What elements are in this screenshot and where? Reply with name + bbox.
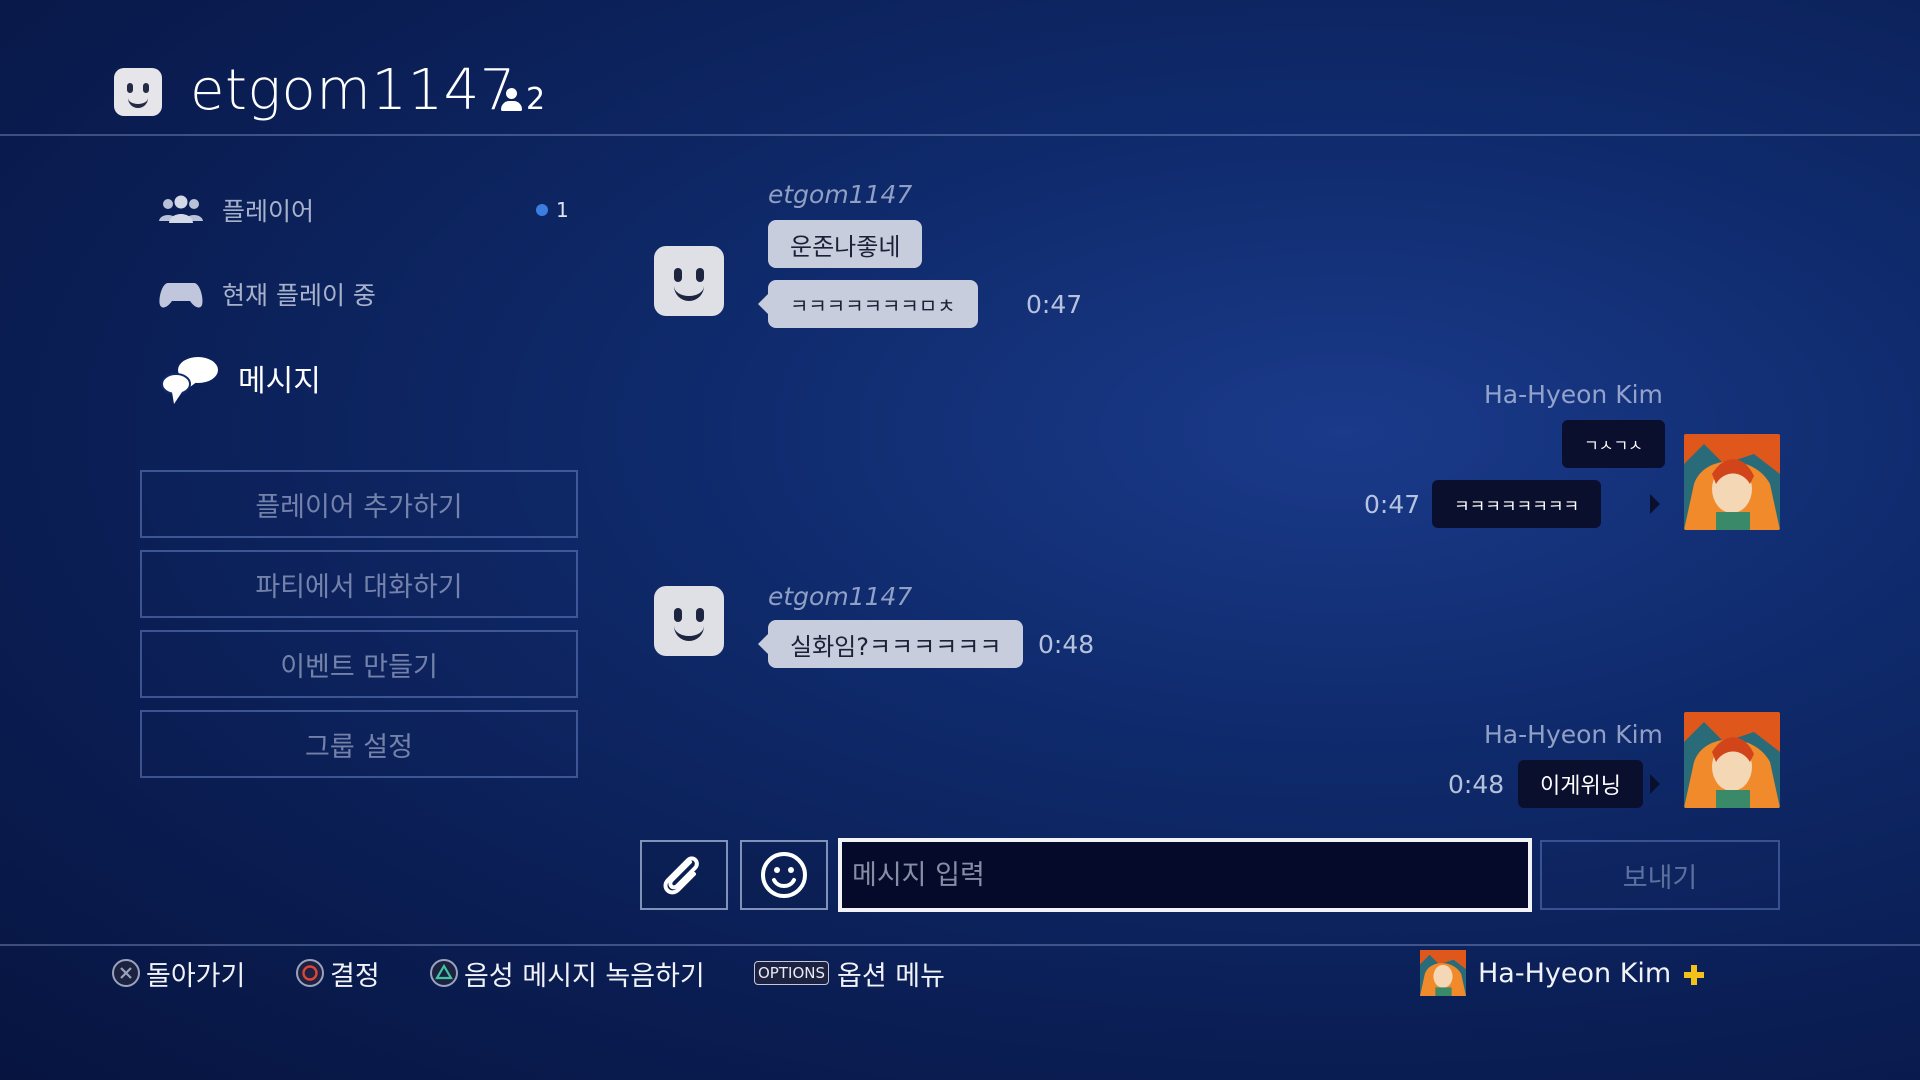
- sidebar-item-messages[interactable]: 메시지: [158, 356, 321, 404]
- sender-avatar: [654, 586, 724, 656]
- attach-button[interactable]: [640, 840, 728, 910]
- message-bubble: ㅋㅋㅋㅋㅋㅋㅋㅁㅊ: [768, 280, 978, 328]
- options-hint[interactable]: OPTIONS 옵션 메뉴: [754, 952, 945, 994]
- member-count-value: 2: [526, 82, 546, 117]
- confirm-hint[interactable]: 결정: [296, 952, 380, 994]
- message-bubble: 운존나좋네: [768, 220, 923, 268]
- sender-avatar: [654, 246, 724, 316]
- bubble-tail: [1650, 494, 1660, 514]
- message-time: 0:47: [1364, 490, 1421, 519]
- user-avatar-small: [1420, 950, 1466, 996]
- emoji-button[interactable]: [740, 840, 828, 910]
- message-time: 0:48: [1448, 770, 1505, 799]
- user-avatar: [1684, 712, 1780, 808]
- players-badge-count: 1: [556, 198, 569, 222]
- message-bubble: ㅋㅋㅋㅋㅋㅋㅋㅋ: [1432, 480, 1602, 528]
- players-icon: [158, 193, 204, 227]
- smiley-icon: [761, 852, 807, 898]
- circle-button-icon: [296, 959, 324, 987]
- sidebar-item-now-playing[interactable]: 현재 플레이 중: [158, 272, 376, 316]
- create-event-button[interactable]: 이벤트 만들기: [140, 630, 578, 698]
- sidebar-item-label: 현재 플레이 중: [222, 281, 376, 310]
- confirm-hint-label: 결정: [330, 960, 380, 992]
- options-button-icon: OPTIONS: [754, 961, 829, 985]
- user-avatar: [1684, 434, 1780, 530]
- message-sender: Ha-Hyeon Kim: [1484, 380, 1663, 409]
- message-sender: Ha-Hyeon Kim: [1484, 720, 1663, 749]
- options-hint-label: 옵션 메뉴: [837, 960, 945, 992]
- page-title: etgom1147: [190, 58, 516, 123]
- ps-plus-icon: [1683, 962, 1705, 985]
- message-time: 0:47: [1026, 290, 1083, 319]
- party-chat-button[interactable]: 파티에서 대화하기: [140, 550, 578, 618]
- voice-message-hint-label: 음성 메시지 녹음하기: [464, 960, 705, 992]
- bubble-tail: [1650, 774, 1660, 794]
- cross-button-icon: [112, 959, 140, 987]
- voice-message-hint[interactable]: 음성 메시지 녹음하기: [430, 952, 705, 994]
- triangle-button-icon: [430, 959, 458, 987]
- sidebar-item-players[interactable]: 플레이어: [158, 188, 314, 232]
- message-sender: etgom1147: [768, 582, 913, 611]
- message-input[interactable]: [838, 838, 1532, 912]
- group-settings-button[interactable]: 그룹 설정: [140, 710, 578, 778]
- add-player-button[interactable]: 플레이어 추가하기: [140, 470, 578, 538]
- sidebar-item-label: 메시지: [238, 364, 321, 399]
- blue-dot-icon: [536, 204, 548, 216]
- bubble-tail: [758, 294, 768, 314]
- message-bubble: 실화임?ㅋㅋㅋㅋㅋㅋ: [768, 620, 1024, 668]
- back-hint[interactable]: 돌아가기: [112, 952, 245, 994]
- person-icon: [500, 88, 522, 112]
- message-bubble: 이게위닝: [1518, 760, 1643, 808]
- messages-icon: [158, 356, 220, 404]
- sidebar-item-label: 플레이어: [222, 197, 315, 226]
- back-hint-label: 돌아가기: [146, 960, 246, 992]
- gamepad-icon: [158, 277, 204, 311]
- players-badge: 1: [536, 198, 569, 222]
- bubble-tail: [758, 634, 768, 654]
- send-button[interactable]: 보내기: [1540, 840, 1780, 910]
- signed-in-user-name: Ha-Hyeon Kim: [1478, 957, 1672, 989]
- member-count: 2: [500, 82, 545, 118]
- paperclip-icon: [663, 856, 699, 895]
- message-time: 0:48: [1038, 630, 1095, 659]
- header-divider: [0, 134, 1920, 136]
- group-avatar-icon: [114, 68, 162, 116]
- message-bubble: ㄱㅅㄱㅅ: [1562, 420, 1665, 468]
- message-sender: etgom1147: [768, 180, 913, 209]
- signed-in-user: Ha-Hyeon Kim: [1420, 950, 1705, 996]
- footer-divider: [0, 944, 1920, 946]
